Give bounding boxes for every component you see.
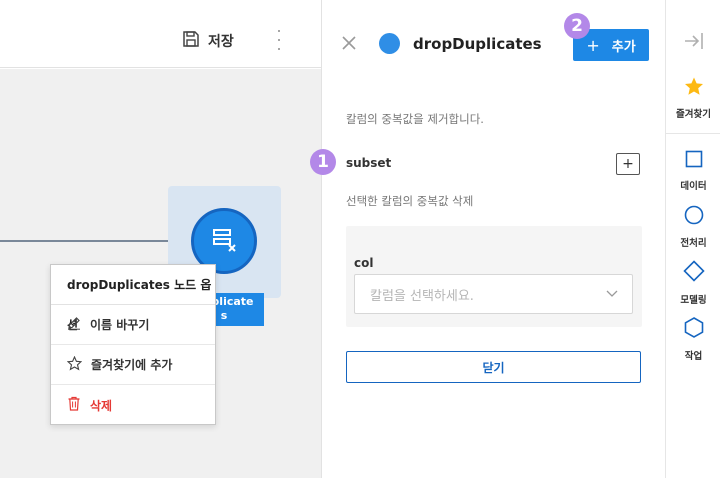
menu-item-label: 삭제 xyxy=(90,398,113,413)
sidebar-item-data[interactable]: 데이터 xyxy=(666,150,720,192)
sidebar-item-favorites[interactable]: 즐겨찾기 xyxy=(666,77,720,120)
sidebar-item-label: 작업 xyxy=(684,351,703,362)
sidebar-item-label: 모델링 xyxy=(680,295,707,306)
menu-item-delete[interactable]: 삭제 xyxy=(51,385,215,425)
star-icon xyxy=(684,77,704,99)
sidebar-item-modeling[interactable]: 모델링 xyxy=(666,260,720,306)
connection-edge xyxy=(0,240,182,242)
close-button[interactable]: 닫기 xyxy=(346,351,641,383)
node-description: 칼럼의 중복값을 제거합니다. xyxy=(346,112,484,126)
save-button[interactable]: 저장 xyxy=(182,30,234,52)
add-button-label: 추가 xyxy=(611,39,636,55)
subset-label: subset xyxy=(346,156,392,170)
save-button-label: 저장 xyxy=(208,34,234,50)
panel-title: dropDuplicates xyxy=(413,35,542,53)
canvas-toolbar: 저장 xyxy=(0,0,321,68)
sidebar-item-preprocessing[interactable]: 전처리 xyxy=(666,205,720,249)
sidebar-item-jobs[interactable]: 작업 xyxy=(666,317,720,362)
step-badge-1: 1 xyxy=(310,149,336,175)
step-badge-2: 2 xyxy=(564,13,590,39)
star-outline-icon xyxy=(66,355,83,374)
collapse-panel-icon[interactable] xyxy=(684,32,704,50)
column-select[interactable]: 칼럼을 선택하세요. xyxy=(354,274,633,314)
chevron-down-icon xyxy=(606,287,618,302)
menu-item-add-favorite[interactable]: 즐겨찾기에 추가 xyxy=(51,345,215,385)
menu-item-label: 이름 바꾸기 xyxy=(90,318,150,332)
menu-item-label: 즐겨찾기에 추가 xyxy=(91,358,173,372)
subset-description: 선택한 칼럼의 중복값 삭제 xyxy=(346,194,474,208)
node-detail-panel: dropDuplicates + 추가 2 1 칼럼의 중복값을 제거합니다. … xyxy=(310,0,665,478)
sidebar-item-label: 즐겨찾기 xyxy=(676,109,711,120)
col-label: col xyxy=(354,256,374,270)
floppy-disk-icon xyxy=(182,30,200,52)
node-context-menu: dropDuplicates 노드 옵션 이름 바꾸기 즐겨찾기에 추가 삭제 xyxy=(50,264,216,425)
trash-icon xyxy=(67,396,81,414)
column-parameter-group: col 칼럼을 선택하세요. xyxy=(346,226,642,327)
sidebar-divider xyxy=(666,133,720,134)
subset-add-button[interactable]: + xyxy=(616,153,640,175)
hexagon-icon xyxy=(684,317,704,341)
more-options-icon[interactable] xyxy=(276,30,282,50)
square-icon xyxy=(685,150,703,171)
drop-duplicates-icon xyxy=(209,224,239,258)
pencil-icon xyxy=(67,316,81,333)
circle-icon xyxy=(684,205,704,228)
diamond-icon xyxy=(682,260,705,285)
column-select-placeholder: 칼럼을 선택하세요. xyxy=(370,288,474,304)
right-sidebar: 즐겨찾기 데이터 전처리 모델링 작업 xyxy=(665,0,720,478)
plus-icon: + xyxy=(586,35,600,55)
sidebar-item-label: 데이터 xyxy=(680,181,707,192)
node-type-dot xyxy=(379,33,400,54)
sidebar-item-label: 전처리 xyxy=(680,238,707,249)
close-icon[interactable] xyxy=(341,35,357,51)
context-menu-title: dropDuplicates 노드 옵션 xyxy=(51,265,215,332)
